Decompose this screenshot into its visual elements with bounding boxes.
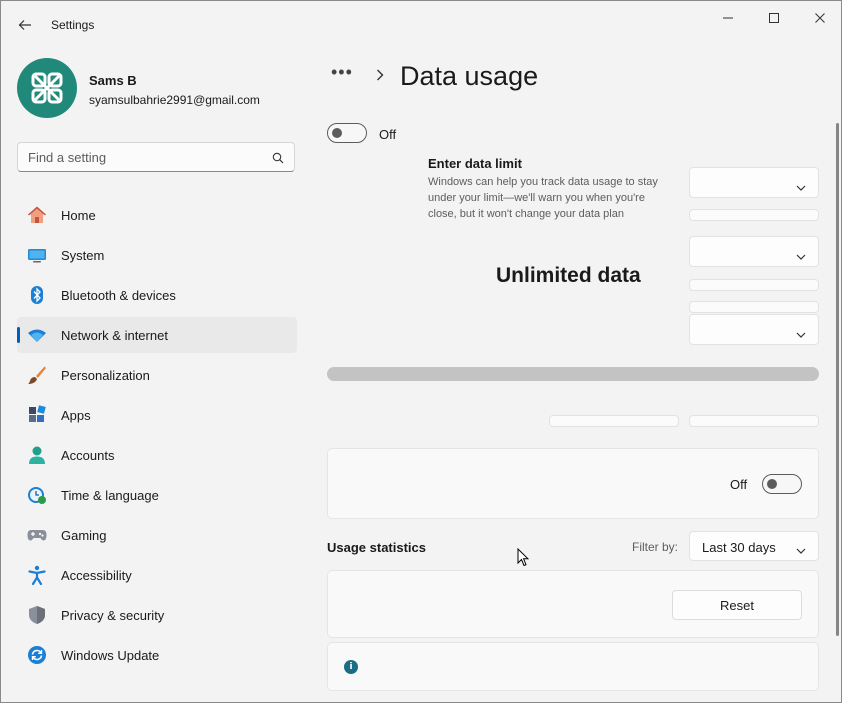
sidebar-item-label: System (61, 248, 105, 263)
search-icon[interactable] (272, 151, 284, 169)
breadcrumb-more-button[interactable]: ••• (331, 62, 353, 83)
data-limit-toggle[interactable] (327, 123, 367, 143)
chevron-down-icon (796, 179, 806, 197)
toggle-knob (767, 479, 777, 489)
sidebar-item-label: Network & internet (61, 328, 168, 343)
toggle-knob (332, 128, 342, 138)
chevron-right-icon (375, 68, 385, 87)
gamepad-icon (27, 525, 47, 545)
sidebar-item-apps[interactable]: Apps (17, 397, 297, 433)
back-button[interactable] (13, 13, 37, 37)
sidebar-item-gaming[interactable]: Gaming (17, 517, 297, 553)
reset-button[interactable]: Reset (672, 590, 802, 620)
background-data-toggle[interactable] (762, 474, 802, 494)
brush-icon (27, 365, 47, 385)
info-card (327, 642, 819, 691)
chevron-down-icon (796, 248, 806, 266)
background-data-toggle-state: Off (730, 477, 748, 492)
maximize-icon (769, 13, 779, 23)
data-limit-toggle-state: Off (379, 127, 397, 142)
maximize-button[interactable] (751, 3, 797, 33)
data-limit-field[interactable] (689, 209, 819, 221)
minimize-icon (723, 17, 733, 19)
filter-label: Filter by: (632, 540, 679, 554)
usage-statistics-title: Usage statistics (327, 540, 426, 555)
sidebar-item-personalization[interactable]: Personalization (17, 357, 297, 393)
vertical-scrollbar-thumb[interactable] (836, 123, 839, 636)
data-limit-description: Windows can help you track data usage to… (428, 176, 658, 220)
avatar[interactable] (17, 58, 77, 118)
sidebar-item-label: Home (61, 208, 96, 223)
sidebar-item-label: Apps (61, 408, 91, 423)
sidebar-item-label: Windows Update (61, 648, 160, 663)
sidebar-item-bluetooth-devices[interactable]: Bluetooth & devices (17, 277, 297, 313)
home-icon (27, 205, 47, 225)
sidebar-item-windows-update[interactable]: Windows Update (17, 637, 297, 673)
sidebar-item-label: Accounts (61, 448, 115, 463)
limit-reset-date-field[interactable] (689, 301, 819, 313)
info-icon: i (344, 660, 358, 674)
app-title: Settings (51, 18, 95, 32)
sidebar-item-time-language[interactable]: Time & language (17, 477, 297, 513)
search-box (17, 142, 295, 172)
chevron-down-icon (796, 326, 806, 344)
sidebar-item-label: Accessibility (61, 568, 132, 583)
sidebar-item-network-internet[interactable]: Network & internet (17, 317, 297, 353)
limit-amount-field[interactable] (689, 279, 819, 291)
apps-icon (27, 405, 47, 425)
sidebar-item-label: Gaming (61, 528, 107, 543)
sidebar-item-accessibility[interactable]: Accessibility (17, 557, 297, 593)
user-email: syamsulbahrie2991@gmail.com (89, 93, 260, 107)
remove-limit-button[interactable] (689, 415, 819, 427)
minimize-button[interactable] (705, 3, 751, 33)
sidebar-item-system[interactable]: System (17, 237, 297, 273)
sidebar-item-label: Personalization (61, 368, 150, 383)
system-icon (27, 245, 47, 265)
search-input[interactable] (28, 148, 263, 166)
sidebar-item-accounts[interactable]: Accounts (17, 437, 297, 473)
page-title: Data usage (400, 61, 539, 91)
chevron-down-icon (796, 542, 806, 560)
back-arrow-icon (18, 20, 31, 30)
unit-dropdown[interactable] (689, 314, 819, 345)
celtic-knot-avatar-icon (31, 72, 63, 104)
close-icon (815, 13, 825, 23)
sidebar-item-label: Bluetooth & devices (61, 288, 176, 303)
accounts-icon (27, 445, 47, 465)
unlimited-data-label: Unlimited data (496, 264, 641, 287)
data-usage-progress-bar (327, 367, 819, 381)
limit-type-dropdown[interactable] (689, 236, 819, 267)
user-name: Sams B (89, 73, 137, 88)
accessibility-icon (27, 565, 47, 585)
filter-dropdown[interactable]: Last 30 days (689, 531, 819, 561)
edit-limit-button[interactable] (549, 415, 679, 427)
update-icon (27, 645, 47, 665)
settings-window: Settings Sams B syamsulbahrie2991@gmail.… (0, 0, 842, 703)
filter-dropdown-value: Last 30 days (702, 540, 776, 555)
sidebar-item-home[interactable]: Home (17, 197, 297, 233)
sidebar-item-privacy-security[interactable]: Privacy & security (17, 597, 297, 633)
sidebar-item-label: Privacy & security (61, 608, 165, 623)
data-limit-title: Enter data limit (428, 156, 522, 171)
mouse-cursor-icon (517, 547, 530, 572)
wifi-icon (27, 325, 47, 345)
clock-globe-icon (27, 485, 47, 505)
selection-indicator (17, 327, 20, 343)
background-data-card: Off (327, 448, 819, 519)
shield-icon (27, 605, 47, 625)
close-button[interactable] (797, 3, 841, 33)
sidebar-item-label: Time & language (61, 488, 159, 503)
data-limit-dropdown[interactable] (689, 167, 819, 198)
bluetooth-icon (27, 285, 47, 305)
